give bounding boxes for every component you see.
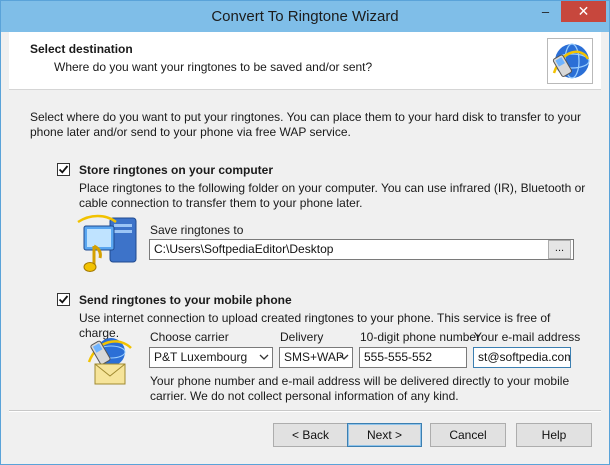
carrier-value: P&T Luxembourg (154, 350, 248, 364)
store-label[interactable]: Store ringtones on your computer (79, 163, 273, 177)
page-title: Select destination (30, 42, 133, 56)
privacy-note: Your phone number and e-mail address wil… (150, 374, 570, 403)
checkmark-icon (58, 165, 69, 174)
carrier-label: Choose carrier (150, 330, 229, 344)
delivery-label: Delivery (280, 330, 324, 344)
wizard-content: Select destination Where do you want you… (9, 32, 601, 458)
title-bar[interactable]: Convert To Ringtone Wizard – ✕ (1, 1, 609, 32)
window-title: Convert To Ringtone Wizard (211, 8, 399, 25)
phone-globe-icon (547, 38, 593, 84)
carrier-select[interactable]: P&T Luxembourg (149, 347, 273, 368)
send-checkbox[interactable] (57, 293, 70, 306)
checkmark-icon (58, 295, 69, 304)
chevron-down-icon (339, 354, 349, 360)
intro-text: Select where do you want to put your rin… (30, 110, 581, 139)
delivery-select[interactable]: SMS+WAP (279, 347, 353, 368)
browse-button[interactable]: ... (548, 240, 571, 259)
cancel-button[interactable]: Cancel (430, 423, 506, 447)
wizard-header: Select destination Where do you want you… (9, 32, 601, 90)
minimize-button[interactable]: – (532, 1, 559, 22)
email-label: Your e-mail address (474, 330, 581, 344)
chevron-down-icon (259, 354, 269, 360)
close-button[interactable]: ✕ (561, 1, 606, 22)
help-button[interactable]: Help (516, 423, 592, 447)
delivery-value: SMS+WAP (284, 350, 344, 364)
folder-input[interactable]: C:\Users\SoftpediaEditor\Desktop (149, 239, 574, 260)
wizard-window: Convert To Ringtone Wizard – ✕ Select de… (0, 0, 610, 465)
next-button[interactable]: Next > (347, 423, 422, 447)
store-description: Place ringtones to the following folder … (79, 181, 586, 210)
back-button[interactable]: < Back (273, 423, 348, 447)
page-subtitle: Where do you want your ringtones to be s… (54, 60, 373, 74)
bottom-divider-highlight (9, 411, 601, 412)
email-input[interactable]: st@softpedia.com (473, 347, 571, 368)
folder-label: Save ringtones to (150, 223, 244, 237)
phone-input[interactable]: 555-555-552 (359, 347, 467, 368)
store-checkbox[interactable] (57, 163, 70, 176)
computer-music-icon (76, 212, 144, 276)
phone-label: 10-digit phone number (360, 330, 481, 344)
phone-envelope-icon (81, 334, 139, 390)
send-label[interactable]: Send ringtones to your mobile phone (79, 293, 292, 307)
